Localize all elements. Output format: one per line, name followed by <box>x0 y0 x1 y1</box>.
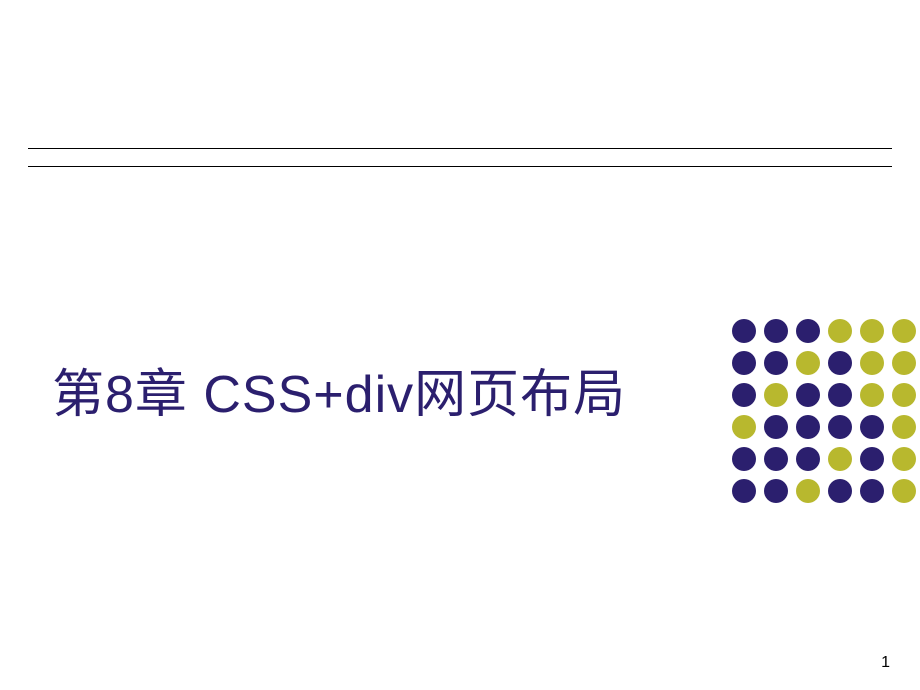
slide-title: 第8章 CSS+div网页布局 <box>52 352 626 427</box>
decorative-dot <box>732 319 756 343</box>
decorative-dot <box>860 415 884 439</box>
decorative-dot <box>860 383 884 407</box>
decorative-dot <box>892 479 916 503</box>
decorative-dot <box>732 479 756 503</box>
decorative-dot <box>764 319 788 343</box>
decorative-dot <box>828 319 852 343</box>
decorative-dot <box>892 319 916 343</box>
decorative-dot <box>892 351 916 375</box>
decorative-dot <box>796 319 820 343</box>
decorative-dot <box>796 415 820 439</box>
decorative-dot <box>764 447 788 471</box>
decorative-dot <box>892 447 916 471</box>
decorative-dot <box>732 447 756 471</box>
decorative-dot <box>732 383 756 407</box>
divider-line-bottom <box>28 166 892 167</box>
decorative-dot <box>860 319 884 343</box>
decorative-dot <box>796 383 820 407</box>
decorative-dot <box>764 415 788 439</box>
decorative-dot <box>732 351 756 375</box>
decorative-dot <box>732 415 756 439</box>
decorative-dot <box>860 447 884 471</box>
divider-line-top <box>28 148 892 149</box>
decorative-dot <box>764 351 788 375</box>
decorative-dot <box>828 479 852 503</box>
decorative-dot <box>796 479 820 503</box>
decorative-dot <box>828 383 852 407</box>
decorative-dot <box>764 479 788 503</box>
decorative-dot <box>828 415 852 439</box>
decorative-dot <box>892 383 916 407</box>
decorative-dot <box>860 479 884 503</box>
decorative-dot <box>828 351 852 375</box>
decorative-dot <box>796 447 820 471</box>
decorative-dot <box>860 351 884 375</box>
decorative-dot-grid <box>728 315 920 507</box>
decorative-dot <box>764 383 788 407</box>
decorative-dot <box>892 415 916 439</box>
decorative-dot <box>828 447 852 471</box>
page-number: 1 <box>881 654 890 672</box>
decorative-dot <box>796 351 820 375</box>
